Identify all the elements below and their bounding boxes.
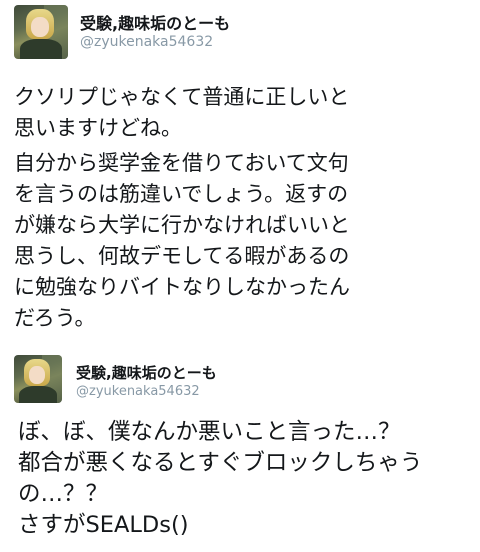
tweet-text-line: さすがSEALDs() <box>18 512 189 538</box>
tweet-text-line: が嫌なら大学に行かなければいいと <box>14 213 350 237</box>
user-handle[interactable]: @zyukenaka54632 <box>80 34 213 50</box>
display-name[interactable]: 受験,趣味垢のとーも <box>76 362 217 383</box>
tweet-text-line: を言うのは筋違いでしょう。返すの <box>14 182 349 206</box>
avatar-face <box>31 17 49 37</box>
avatar[interactable] <box>14 355 62 403</box>
tweet-card: 受験,趣味垢のとーも @zyukenaka54632 クソリプじゃなくて普通に正… <box>0 0 480 345</box>
display-name[interactable]: 受験,趣味垢のとーも <box>80 10 230 34</box>
tweet-text-line: 思うし、何故デモしてる暇があるの <box>14 244 350 268</box>
avatar-body <box>20 39 62 59</box>
tweet-text-line: だろう。 <box>14 306 96 330</box>
user-handle[interactable]: @zyukenaka54632 <box>76 384 200 399</box>
avatar-face <box>29 366 45 384</box>
tweet-text-line: 自分から奨学金を借りておいて文句 <box>14 151 349 175</box>
tweet-text-line: クソリプじゃなくて普通に正しいと <box>14 85 350 109</box>
tweet-text-line: の…？？ <box>18 481 109 507</box>
tweet-text-line: 思いますけどね。 <box>14 116 182 140</box>
tweet-text: ぼ、ぼ、僕なんか悪いこと言った…？ 都合が悪くなるとすぐブロックしちゃう の…？… <box>18 417 422 541</box>
tweet-text-line: ぼ、ぼ、僕なんか悪いこと言った…？ <box>18 419 401 445</box>
avatar[interactable] <box>14 5 68 59</box>
tweet-card: 受験,趣味垢のとーも @zyukenaka54632 ぼ、ぼ、僕なんか悪いこと言… <box>0 345 480 552</box>
avatar-body <box>19 386 57 403</box>
tweet-text-line: 都合が悪くなるとすぐブロックしちゃう <box>18 450 423 476</box>
tweet-text: クソリプじゃなくて普通に正しいと 思いますけどね。 自分から奨学金を借りておいて… <box>14 82 350 334</box>
tweet-text-line: に勉強なりバイトなりしなかったん <box>14 275 350 299</box>
